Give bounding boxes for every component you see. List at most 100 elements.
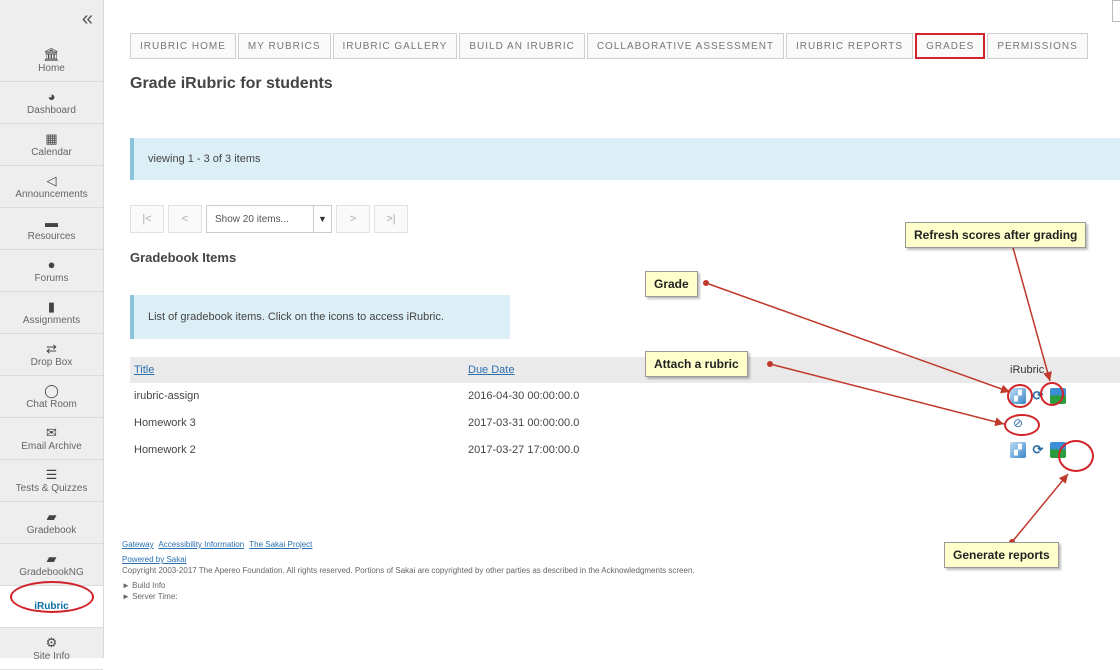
tab-irubric-reports[interactable]: IRUBRIC REPORTS (786, 33, 914, 59)
copyright-text: Copyright 2003-2017 The Apereo Foundatio… (122, 566, 695, 575)
sidebar-item-home[interactable]: 🏛 Home (0, 40, 103, 82)
row-title: Homework 3 (134, 417, 196, 429)
sidebar: « 🏛 Home ◕ Dashboard ▦ Calendar ◁ Announceme… (0, 0, 104, 670)
powered-by-link[interactable]: Powered by Sakai (122, 555, 186, 564)
dashboard-icon: ◕ (47, 88, 56, 104)
last-page-button[interactable]: >| (374, 205, 408, 233)
sidebar-item-label: Site Info (33, 650, 70, 662)
sidebar-item-label: Home (38, 62, 65, 74)
gradebook-table: Title Due Date iRubric irubric-assign 20… (130, 357, 1120, 464)
forum-icon: ● (47, 256, 56, 272)
tab-my-rubrics[interactable]: MY RUBRICS (237, 33, 331, 59)
gear-icon: ⚙ (45, 634, 58, 650)
viewing-text: viewing 1 - 3 of 3 items (148, 153, 261, 165)
gradebook-icon: ▰ (46, 508, 57, 524)
chat-icon: ◯ (44, 382, 59, 398)
build-info-toggle[interactable]: ► Build Info (122, 581, 695, 590)
next-page-button[interactable]: > (336, 205, 370, 233)
quiz-icon: ☰ (45, 466, 58, 482)
sidebar-item-label: Gradebook (26, 524, 77, 536)
refresh-icon[interactable]: ⟳ (1030, 442, 1046, 458)
reports-callout: Generate reports (944, 542, 1059, 568)
sidebar-item-label: Tests & Quizzes (15, 482, 88, 494)
tab-irubric-gallery[interactable]: IRUBRIC GALLERY (332, 33, 458, 59)
attach-highlight-ring (1004, 414, 1040, 436)
table-header: Title Due Date iRubric (130, 357, 1120, 383)
sidebar-item-email-archive[interactable]: ✉ Email Archive (0, 418, 103, 460)
footer: Gateway Accessibility Information The Sa… (122, 540, 695, 607)
row-due-date: 2017-03-31 00:00:00.0 (468, 417, 580, 429)
sidebar-item-dropbox[interactable]: ⇄ Drop Box (0, 334, 103, 376)
sidebar-item-forums[interactable]: ● Forums (0, 250, 103, 292)
pager: |< < Show 20 items... ▼ > >| (130, 205, 412, 233)
sidebar-item-label: Assignments (22, 314, 81, 326)
section-title: Gradebook Items (130, 250, 237, 265)
accessibility-link[interactable]: Accessibility Information (158, 540, 244, 549)
first-page-button[interactable]: |< (130, 205, 164, 233)
irubric-highlight-ring (10, 581, 94, 613)
sidebar-item-dashboard[interactable]: ◕ Dashboard (0, 82, 103, 124)
sidebar-item-gradebook[interactable]: ▰ Gradebook (0, 502, 103, 544)
list-info-box: List of gradebook items. Click on the ic… (130, 295, 510, 339)
collapse-sidebar-icon[interactable]: « (0, 0, 103, 40)
dropbox-icon: ⇄ (46, 340, 57, 356)
page-size-value: Show 20 items... (215, 213, 289, 225)
sidebar-item-label: GradebookNG (19, 566, 84, 578)
prev-page-button[interactable]: < (168, 205, 202, 233)
refresh-callout: Refresh scores after grading (905, 222, 1087, 248)
sidebar-item-gradebookng[interactable]: ▰ GradebookNG (0, 544, 103, 586)
due-date-column-header[interactable]: Due Date (468, 364, 514, 376)
tab-irubric-home[interactable]: IRUBRIC HOME (130, 33, 236, 59)
sidebar-item-tests-quizzes[interactable]: ☰ Tests & Quizzes (0, 460, 103, 502)
gateway-link[interactable]: Gateway (122, 540, 154, 549)
refresh-highlight-ring (1040, 382, 1064, 406)
sidebar-item-label: Dashboard (27, 104, 76, 116)
grade-icon[interactable]: ▞ (1010, 442, 1026, 458)
sidebar-item-assignments[interactable]: ▮ Assignments (0, 292, 103, 334)
home-icon: 🏛 (43, 46, 60, 62)
sidebar-item-site-info[interactable]: ⚙ Site Info (0, 628, 103, 670)
table-row: irubric-assign 2016-04-30 00:00:00.0 ▞ ⟳ (130, 383, 1120, 410)
page-title: Grade iRubric for students (130, 75, 333, 92)
table-row: Homework 3 2017-03-31 00:00:00.0 ⊘ (130, 410, 1120, 437)
sidebar-item-label: Forums (34, 272, 69, 284)
row-title: irubric-assign (134, 390, 200, 402)
report-highlight-ring (1058, 440, 1094, 472)
sidebar-item-label: Chat Room (26, 398, 77, 410)
sakai-project-link[interactable]: The Sakai Project (249, 540, 312, 549)
tab-collaborative-assessment[interactable]: COLLABORATIVE ASSESSMENT (586, 33, 785, 59)
grade-callout: Grade (645, 271, 698, 297)
row-due-date: 2017-03-27 17:00:00.0 (468, 444, 580, 456)
irubric-column-header: iRubric (1010, 364, 1045, 376)
tool-tabs: IRUBRIC HOME MY RUBRICS IRUBRIC GALLERY … (130, 33, 1090, 59)
email-icon: ✉ (46, 424, 57, 440)
list-info-text: List of gradebook items. Click on the ic… (148, 311, 444, 323)
folder-icon: ▬ (45, 214, 58, 230)
tab-grades[interactable]: GRADES (915, 33, 986, 59)
sidebar-item-label: Resources (27, 230, 76, 242)
sidebar-item-calendar[interactable]: ▦ Calendar (0, 124, 103, 166)
sidebar-item-label: Announcements (15, 188, 88, 200)
attach-callout: Attach a rubric (645, 351, 748, 377)
gradebookng-icon: ▰ (46, 550, 57, 566)
calendar-icon: ▦ (45, 130, 58, 146)
sidebar-item-label: Email Archive (21, 440, 82, 452)
chevron-down-icon[interactable]: ▼ (313, 206, 331, 232)
megaphone-icon: ◁ (46, 172, 57, 188)
sidebar-item-chat-room[interactable]: ◯ Chat Room (0, 376, 103, 418)
tab-build-an-irubric[interactable]: BUILD AN IRUBRIC (459, 33, 585, 59)
tab-permissions[interactable]: PERMISSIONS (987, 33, 1088, 59)
server-time-toggle[interactable]: ► Server Time: (122, 592, 695, 601)
title-column-header[interactable]: Title (134, 364, 154, 376)
row-title: Homework 2 (134, 444, 196, 456)
sidebar-item-label: Calendar (31, 146, 72, 158)
sidebar-item-label: Drop Box (30, 356, 73, 368)
grade-highlight-ring (1007, 384, 1033, 408)
sidebar-item-resources[interactable]: ▬ Resources (0, 208, 103, 250)
assignment-icon: ▮ (47, 298, 56, 314)
row-due-date: 2016-04-30 00:00:00.0 (468, 390, 580, 402)
corner-control[interactable] (1112, 0, 1120, 22)
page-size-select[interactable]: Show 20 items... ▼ (206, 205, 332, 233)
table-row: Homework 2 2017-03-27 17:00:00.0 ▞ ⟳ (130, 437, 1120, 464)
sidebar-item-announcements[interactable]: ◁ Announcements (0, 166, 103, 208)
